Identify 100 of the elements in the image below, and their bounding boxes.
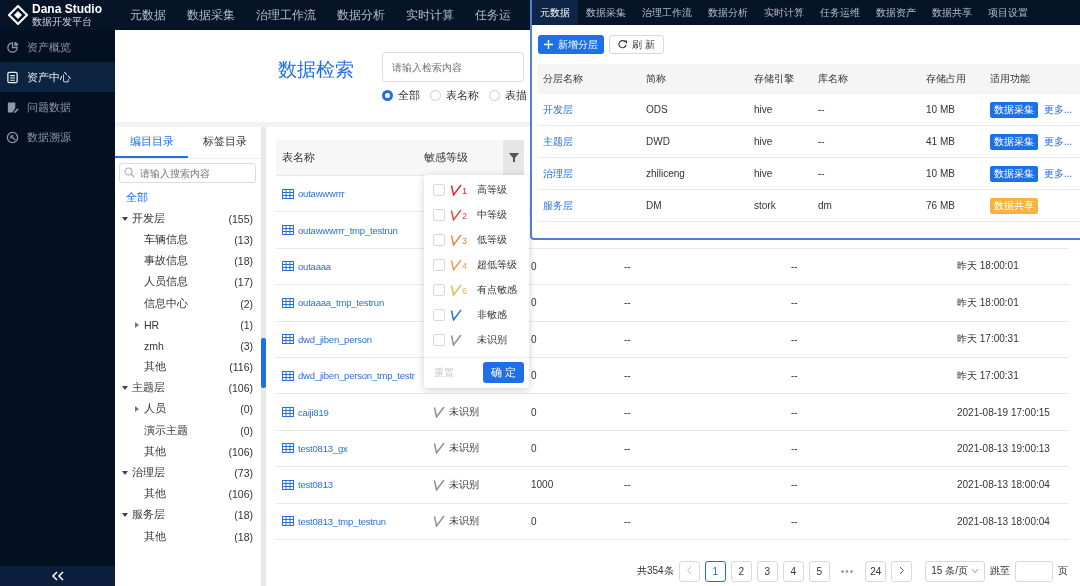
table-name-link[interactable]: outaaaa_tmp_testrun xyxy=(298,297,384,309)
radio-option[interactable]: 表名称 xyxy=(430,88,479,103)
function-tag[interactable]: 数据采集 xyxy=(990,165,1038,182)
refresh-button[interactable]: 刷 新 xyxy=(609,35,664,54)
table-name-link[interactable]: test0813 xyxy=(298,479,333,491)
previous-page-button[interactable] xyxy=(678,560,700,582)
tree-node[interactable]: 其他 (106) xyxy=(115,483,261,505)
page-size-select[interactable]: 15 条/页 xyxy=(925,560,985,582)
table-name-link[interactable]: outawwwrrr_tmp_testrun xyxy=(298,224,398,236)
tree-node[interactable]: 演示主题 (0) xyxy=(115,420,261,442)
more-link[interactable]: 更多... xyxy=(1044,102,1073,117)
sidebar-item[interactable]: 数据溯源 xyxy=(0,122,115,152)
filter-button[interactable] xyxy=(503,140,524,175)
tree-node[interactable]: zmh (3) xyxy=(115,335,261,357)
checkbox[interactable] xyxy=(433,183,445,196)
nav-item[interactable]: 元数据 xyxy=(532,0,578,25)
tree-node[interactable]: 其他 (18) xyxy=(115,526,261,548)
sidebar-item[interactable]: 问题数据 xyxy=(0,92,115,122)
page-button[interactable]: 24 xyxy=(865,560,887,582)
nav-item[interactable]: 数据共享 xyxy=(924,0,980,25)
radio-icon[interactable] xyxy=(489,90,500,101)
sidebar-item[interactable]: 资产概览 xyxy=(0,32,115,62)
filter-icon[interactable] xyxy=(508,153,519,162)
checkbox[interactable] xyxy=(433,208,445,221)
radio-option[interactable]: 表描 xyxy=(489,88,527,103)
search-field[interactable]: 请输入搜索内容 xyxy=(119,163,256,183)
caret-icon[interactable] xyxy=(133,405,141,414)
sidebar-item[interactable]: 资产中心 xyxy=(0,62,115,92)
scrollbar-thumb[interactable] xyxy=(261,338,266,388)
radio-icon[interactable] xyxy=(382,90,393,101)
table-name-link[interactable]: caiji819 xyxy=(298,406,329,418)
plus-icon[interactable] xyxy=(544,40,553,49)
table-name-link[interactable]: test0813_tmp_testrun xyxy=(298,515,386,527)
more-link[interactable]: 更多... xyxy=(1044,166,1073,181)
checkbox[interactable] xyxy=(433,283,445,296)
refresh-icon[interactable] xyxy=(618,40,627,49)
tab[interactable]: 编目目录 xyxy=(115,127,188,158)
table-name-link[interactable]: outaaaa xyxy=(298,260,331,272)
checkbox[interactable] xyxy=(433,258,445,271)
collapse-icon[interactable] xyxy=(50,571,65,581)
tree-node[interactable]: 事故信息 (18) xyxy=(115,250,261,272)
function-tag[interactable]: 数据采集 xyxy=(990,133,1038,150)
nav-item[interactable]: 任务运 xyxy=(475,7,511,23)
page-button[interactable]: 4 xyxy=(782,560,804,582)
tree-node[interactable]: 主题层 (106) xyxy=(115,377,261,399)
tree-node[interactable]: 人员信息 (17) xyxy=(115,271,261,293)
layer-name-link[interactable]: 主题层 xyxy=(538,134,646,149)
confirm-button[interactable]: 确 定 xyxy=(483,362,524,383)
nav-item[interactable]: 项目设置 xyxy=(980,0,1036,25)
nav-item[interactable]: 数据采集 xyxy=(578,0,634,25)
column-header: 简称 xyxy=(646,72,667,86)
tree-node[interactable]: 信息中心 (2) xyxy=(115,292,261,315)
radio-option[interactable]: 全部 xyxy=(382,88,420,103)
logo-subtitle: 数据开发平台 xyxy=(32,16,93,27)
search-field[interactable]: 请输入检索内容 xyxy=(382,52,524,82)
checkbox[interactable] xyxy=(433,308,445,321)
tree-node[interactable]: 全部 xyxy=(115,187,261,209)
table-cell: 2021-08-13 19:00:13 xyxy=(957,442,1050,454)
tree-node[interactable]: 其他 (116) xyxy=(115,356,261,378)
tab[interactable]: 标签目录 xyxy=(188,127,261,158)
table-name-link[interactable]: dwd_jiben_person xyxy=(298,333,372,345)
nav-item[interactable]: 数据采集 xyxy=(187,7,235,23)
tree-node[interactable]: HR (1) xyxy=(115,314,261,336)
page-button[interactable]: 3 xyxy=(756,560,778,582)
page-title: 数据检索 xyxy=(278,58,354,82)
layer-name-link[interactable]: 服务层 xyxy=(538,198,646,213)
page-button[interactable]: 2 xyxy=(730,560,752,582)
page-button[interactable]: 1 xyxy=(704,560,726,582)
table-name-link[interactable]: test0813_gx xyxy=(298,442,348,454)
layer-name-link[interactable]: 开发层 xyxy=(538,102,646,117)
nav-item[interactable]: 实时计算 xyxy=(406,7,454,23)
table-name-link[interactable]: dwd_jiben_person_tmp_testr xyxy=(298,370,415,382)
caret-icon[interactable] xyxy=(133,320,141,329)
tree-node[interactable]: 人员 (0) xyxy=(115,398,261,421)
page-input[interactable] xyxy=(1015,560,1053,582)
nav-item[interactable]: 实时计算 xyxy=(756,0,812,25)
caret-icon[interactable] xyxy=(121,214,129,223)
table-name-link[interactable]: outawwwrrr xyxy=(298,188,345,200)
chevron-left-icon[interactable] xyxy=(685,565,693,575)
function-tag[interactable]: 数据采集 xyxy=(990,101,1038,118)
checkbox[interactable] xyxy=(433,233,445,246)
add-layer-button[interactable]: 新增分层 xyxy=(538,35,604,54)
tree-node[interactable]: 车辆信息 (13) xyxy=(115,229,261,251)
nav-item[interactable]: 治理工作流 xyxy=(634,0,700,25)
radio-icon[interactable] xyxy=(430,90,441,101)
nav-item[interactable]: 数据分析 xyxy=(337,7,385,23)
tree-node[interactable]: 治理层 (73) xyxy=(115,462,261,484)
nav-item[interactable]: 元数据 xyxy=(130,7,166,23)
tree-node[interactable]: 其他 (106) xyxy=(115,441,261,463)
nav-item[interactable]: 治理工作流 xyxy=(256,7,316,23)
nav-item[interactable]: 数据资产 xyxy=(868,0,924,25)
page-button[interactable]: 5 xyxy=(808,560,830,582)
more-link[interactable]: 更多... xyxy=(1044,134,1073,149)
tree-node[interactable]: 开发层 (155) xyxy=(115,208,261,230)
tree-node[interactable]: 服务层 (18) xyxy=(115,504,261,526)
layer-name-link[interactable]: 治理层 xyxy=(538,166,646,181)
chevron-right-icon[interactable] xyxy=(898,565,906,575)
nav-item[interactable]: 任务运维 xyxy=(812,0,868,25)
checkbox[interactable] xyxy=(433,333,445,346)
nav-item[interactable]: 数据分析 xyxy=(700,0,756,25)
